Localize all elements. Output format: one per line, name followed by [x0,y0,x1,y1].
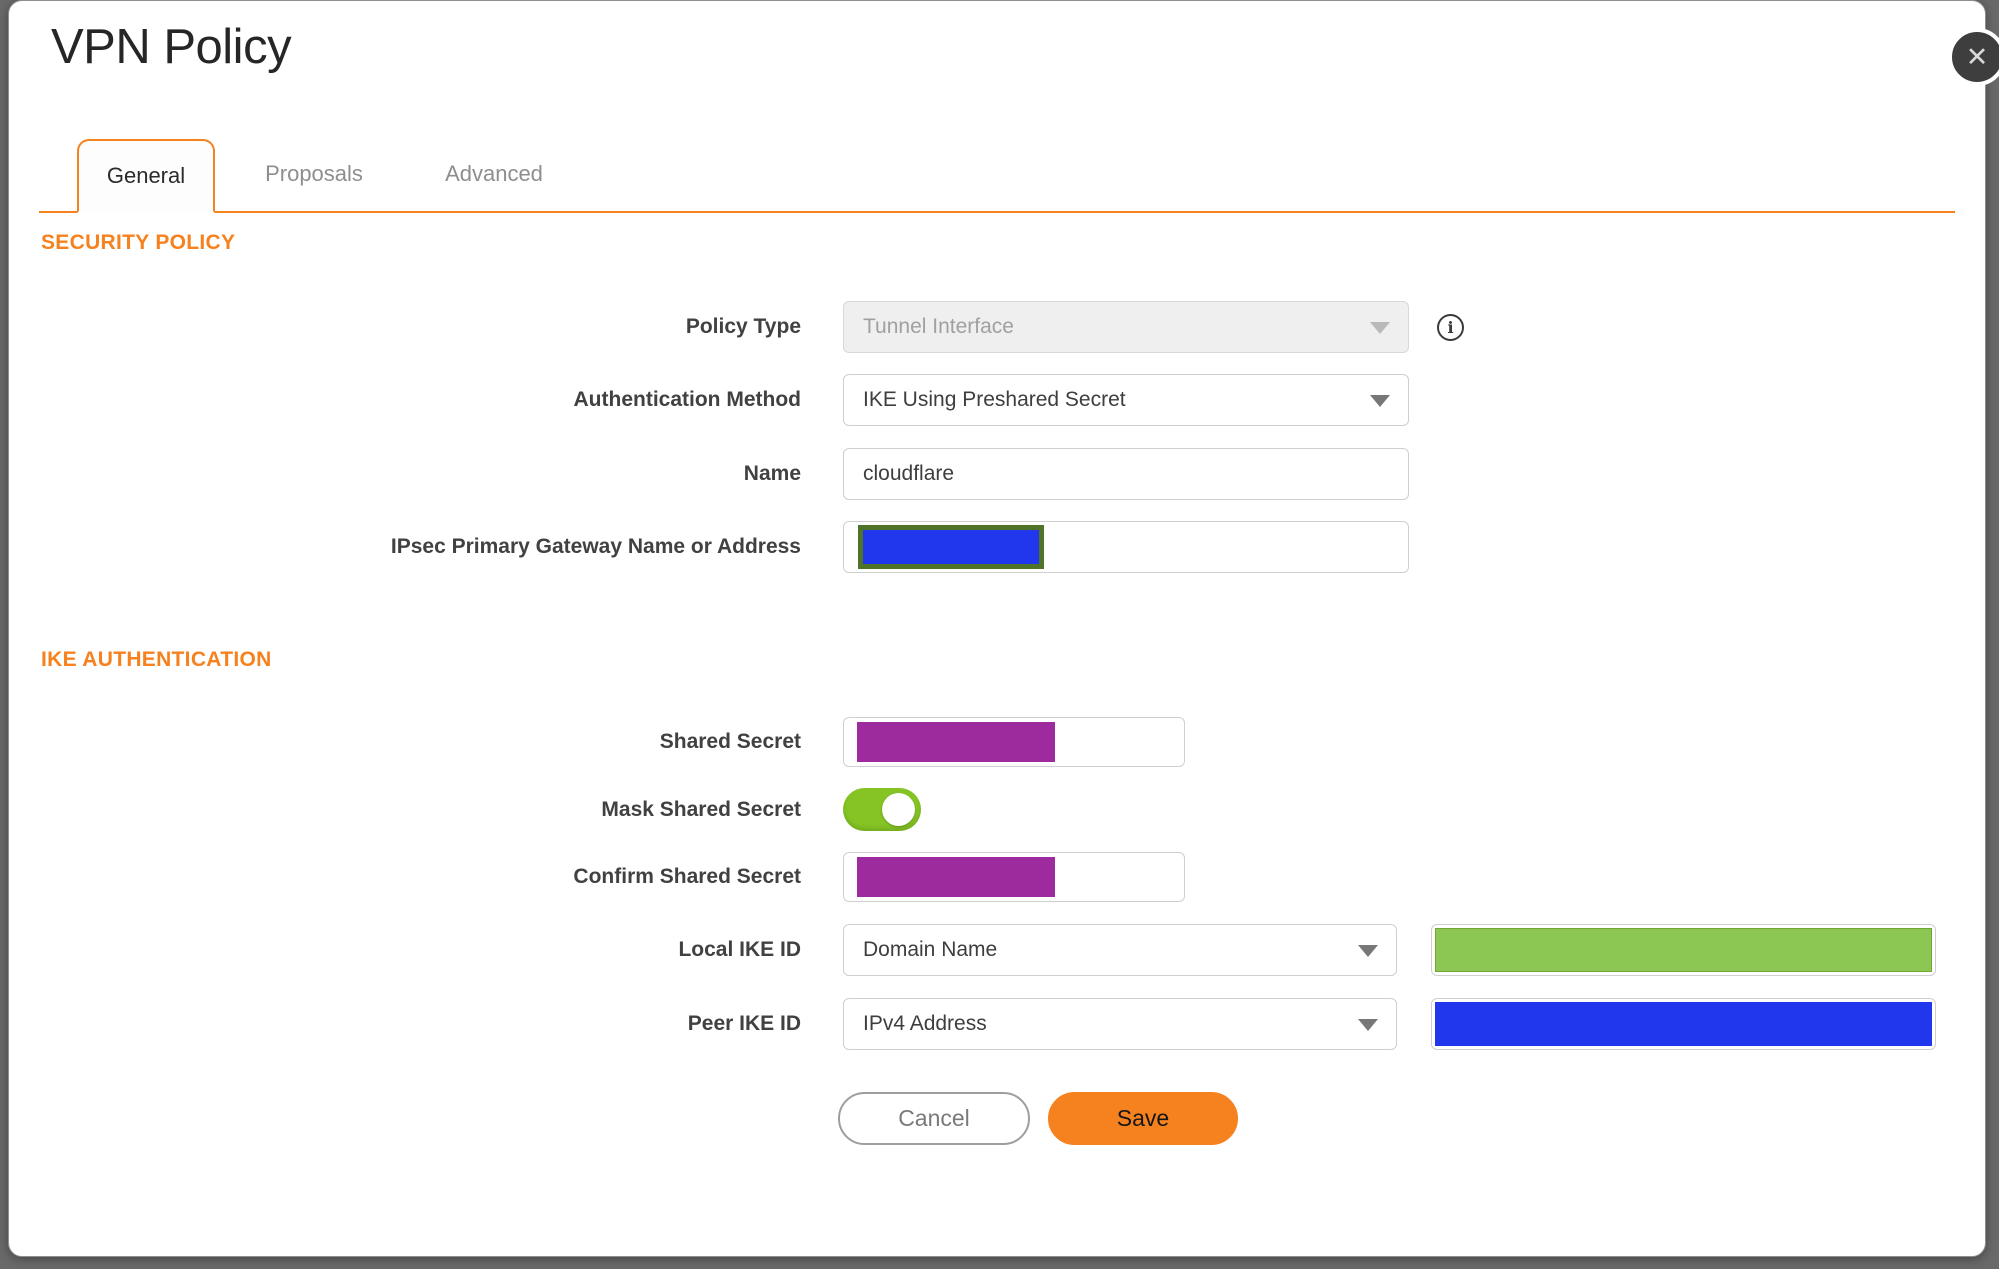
page-title: VPN Policy [51,20,292,74]
tab-advanced[interactable]: Advanced [419,137,569,211]
local-ike-id-label: Local IKE ID [678,938,801,961]
peer-ike-id-type-select[interactable]: IPv4 Address [843,998,1397,1050]
info-icon[interactable]: i [1437,313,1464,341]
name-input[interactable]: cloudflare [843,448,1409,500]
tab-general[interactable]: General [77,139,215,213]
peer-ike-id-label: Peer IKE ID [687,1012,801,1035]
tab-general-label: General [106,163,186,188]
row-peer-ike-id: Peer IKE ID IPv4 Address [41,998,1953,1050]
chevron-down-icon [1358,1019,1378,1031]
confirm-shared-secret-label: Confirm Shared Secret [573,865,801,888]
peer-ike-id-type-value: IPv4 Address [863,1012,987,1035]
row-mask-shared-secret: Mask Shared Secret [41,788,1953,831]
policy-type-value: Tunnel Interface [863,315,1014,338]
local-ike-id-type-value: Domain Name [863,938,998,961]
policy-type-label: Policy Type [685,315,801,338]
toggle-knob [882,793,915,826]
chevron-down-icon [1370,395,1390,407]
local-ike-id-redacted-value [1435,928,1932,972]
row-local-ike-id: Local IKE ID Domain Name [41,924,1953,976]
close-icon: ✕ [1965,41,1989,72]
section-heading-security-policy: SECURITY POLICY [41,231,236,254]
gateway-label: IPsec Primary Gateway Name or Address [390,535,801,558]
row-name: Name cloudflare [41,448,1953,500]
confirm-shared-secret-input[interactable] [843,852,1185,902]
mask-shared-secret-toggle[interactable] [843,788,921,831]
local-ike-id-value-input[interactable] [1431,924,1936,976]
gateway-redacted-value [858,525,1044,569]
peer-ike-id-value-input[interactable] [1431,998,1936,1050]
tab-advanced-label: Advanced [445,161,543,186]
row-authentication-method: Authentication Method IKE Using Preshare… [41,374,1953,426]
peer-ike-id-redacted-value [1435,1002,1932,1046]
tab-bar: General Proposals Advanced [39,139,1955,213]
save-button[interactable]: Save [1048,1092,1238,1145]
tab-proposals-label: Proposals [265,161,363,186]
authentication-method-value: IKE Using Preshared Secret [863,388,1126,411]
confirm-shared-secret-redacted-value [857,857,1055,897]
shared-secret-label: Shared Secret [659,730,801,753]
close-button[interactable]: ✕ [1948,28,1999,86]
row-policy-type: Policy Type Tunnel Interface i [41,301,1953,353]
gateway-input[interactable] [843,521,1409,573]
chevron-down-icon [1370,322,1390,334]
shared-secret-input[interactable] [843,717,1185,767]
cancel-button[interactable]: Cancel [838,1092,1030,1145]
dialog-content: SECURITY POLICY Policy Type Tunnel Inter… [9,213,1985,1145]
name-value: cloudflare [863,462,955,485]
local-ike-id-type-select[interactable]: Domain Name [843,924,1397,976]
info-icon-glyph: i [1447,317,1454,337]
row-confirm-shared-secret: Confirm Shared Secret [41,852,1953,902]
mask-shared-secret-label: Mask Shared Secret [601,797,801,821]
tab-proposals[interactable]: Proposals [239,137,389,211]
row-gateway: IPsec Primary Gateway Name or Address [41,521,1953,573]
row-shared-secret: Shared Secret [41,717,1953,767]
authentication-method-select[interactable]: IKE Using Preshared Secret [843,374,1409,426]
policy-type-select[interactable]: Tunnel Interface [843,301,1409,353]
shared-secret-redacted-value [857,722,1055,762]
chevron-down-icon [1358,945,1378,957]
dialog-footer: Cancel Save [838,1092,1953,1145]
name-label: Name [743,462,801,485]
vpn-policy-dialog: VPN Policy General Proposals Advanced SE… [8,0,1986,1257]
section-heading-ike-authentication: IKE AUTHENTICATION [41,648,272,671]
authentication-method-label: Authentication Method [573,388,801,411]
